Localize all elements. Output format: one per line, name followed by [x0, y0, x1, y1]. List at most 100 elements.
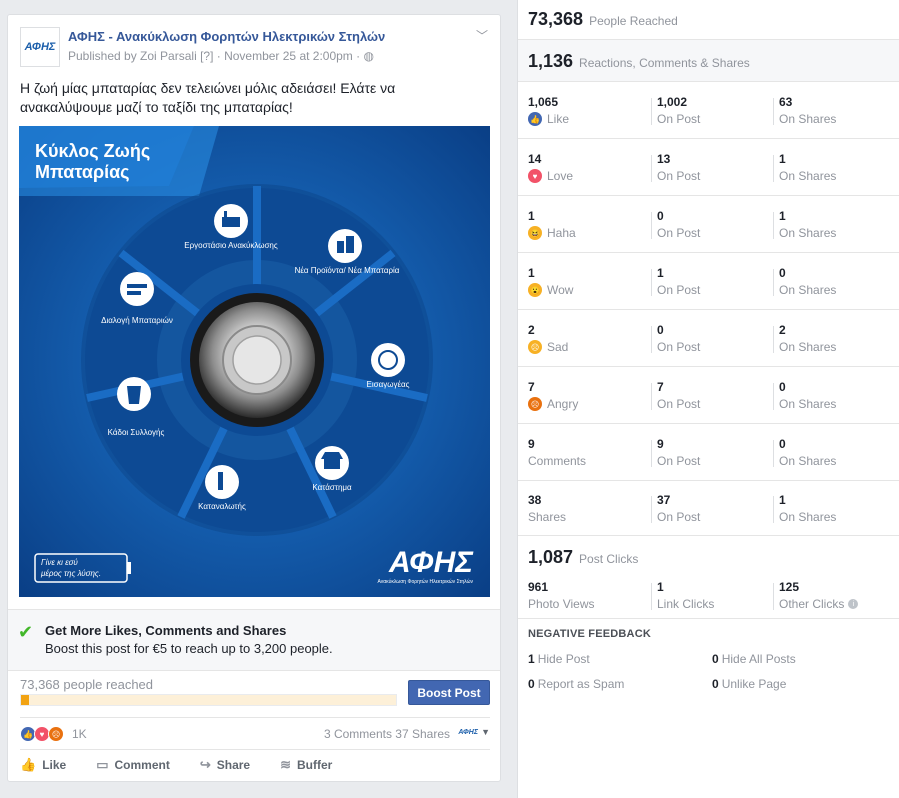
total-label-row: 😮 Wow — [528, 283, 573, 297]
on-post-label: On Post — [657, 112, 701, 126]
on-post-cell: 9 On Post — [657, 437, 700, 471]
segment-label-4: Κατάστημα — [312, 483, 352, 492]
comments-shares-count[interactable]: 3 Comments 37 Shares — [324, 727, 450, 741]
total-num: 14 — [528, 152, 542, 166]
info-icon[interactable]: i — [848, 599, 859, 609]
on-shares-label: On Shares — [779, 454, 837, 468]
on-post-label: On Post — [657, 340, 701, 354]
stat-row-haha: 1 😆 Haha 0 On Post 1 On Shares — [528, 209, 899, 266]
on-post-num: 9 — [657, 437, 664, 451]
post-header: ΑΦΗΣ ΑΦΗΣ - Ανακύκλωση Φορητών Ηλεκτρικώ… — [20, 27, 488, 71]
slogan-line1: Γίνε κι εσύ — [41, 558, 78, 567]
like-icon: 👍 — [528, 112, 542, 126]
link-clicks-label: Link Clicks — [657, 597, 715, 611]
hide-post-label: Hide Post — [537, 652, 590, 666]
image-logo: ΑΦΗΣ — [388, 546, 474, 579]
on-shares-cell: 1 On Shares — [779, 152, 836, 186]
boost-post-button[interactable]: Boost Post — [408, 680, 490, 705]
stat-row-angry: 7 ☹ Angry 7 On Post 0 On Shares — [528, 380, 899, 437]
divider — [518, 423, 899, 424]
row-label: Shares — [528, 510, 567, 524]
total-label-row: Shares — [528, 510, 566, 524]
divider — [518, 195, 899, 196]
page-name-link[interactable]: ΑΦΗΣ - Ανακύκλωση Φορητών Ηλεκτρικών Στη… — [68, 29, 385, 44]
share-button[interactable]: ↪ Share — [200, 750, 250, 780]
sad-icon: ☹ — [528, 340, 542, 354]
globe-icon: ◍ — [363, 49, 374, 63]
divider — [518, 81, 899, 82]
on-shares-cell: 1 On Shares — [779, 493, 836, 527]
stat-row-wow: 1 😮 Wow 1 On Post 0 On Shares — [528, 266, 899, 323]
on-shares-num: 0 — [779, 380, 786, 394]
post-actions: 👍 Like ▭ Comment ↪ Share ≋ Buffer — [20, 749, 490, 780]
on-post-label: On Post — [657, 169, 701, 183]
comment-icon: ▭ — [96, 757, 109, 772]
on-post-cell: 1 On Post — [657, 266, 700, 300]
total-num: 7 — [528, 380, 535, 394]
checkmark-icon: ✔ — [18, 622, 34, 642]
post-clicks-num: 1,087 — [528, 547, 574, 567]
comment-label: Comment — [114, 758, 170, 772]
comment-button[interactable]: ▭ Comment — [96, 750, 170, 780]
row-label: Sad — [547, 340, 569, 354]
cell-separator — [773, 496, 774, 523]
chevron-down-icon[interactable]: ﹀ — [476, 27, 488, 44]
post-text: Η ζωή μίας μπαταρίας δεν τελειώνει μόλις… — [20, 80, 396, 115]
page-avatar[interactable]: ΑΦΗΣ — [20, 27, 60, 67]
stat-row-like: 1,065 👍 Like 1,002 On Post 63 On Shares — [528, 95, 899, 152]
total-cell: 2 ☹ Sad — [528, 323, 568, 357]
total-label-row: ☹ Angry — [528, 397, 578, 411]
cell-separator — [773, 440, 774, 467]
battery-lifecycle-image: Κύκλος Ζωής Μπαταρίας Εργοστάσιο Ανακύκλ… — [19, 126, 490, 597]
row-label: Haha — [547, 226, 576, 240]
engagement-stat: 1,136 Reactions, Comments & Shares — [528, 51, 750, 72]
cell-separator — [651, 155, 652, 182]
hide-all-posts-num: 0 — [712, 652, 719, 666]
on-shares-num: 1 — [779, 209, 786, 223]
on-shares-cell: 0 On Shares — [779, 266, 836, 300]
hide-post-num: 1 — [528, 652, 535, 666]
on-shares-num: 0 — [779, 437, 786, 451]
cell-separator — [651, 212, 652, 239]
people-reached-text: 73,368 people reached — [20, 677, 154, 692]
segment-label-6: Κάδοι Συλλογής — [108, 428, 165, 437]
segment-label-3: Εισαγωγέας — [367, 380, 410, 389]
page-avatar-small[interactable]: ΑΦΗΣ — [458, 729, 478, 736]
reaction-icons[interactable]: 👍 ♥ ☹ — [20, 726, 64, 742]
other-clicks-cell: 125 Other Clicks i — [779, 580, 859, 614]
stat-row-love: 14 ♥ Love 13 On Post 1 On Shares — [528, 152, 899, 209]
boost-promo-title: Get More Likes, Comments and Shares — [45, 623, 287, 638]
other-clicks-label-row: Other Clicks i — [779, 597, 859, 611]
row-label: Wow — [547, 283, 574, 297]
reactions-summary: 👍 ♥ ☹ 1K 3 Comments 37 Shares ΑΦΗΣ ▼ — [20, 717, 490, 748]
love-icon: ♥ — [528, 169, 542, 183]
buffer-button[interactable]: ≋ Buffer — [280, 750, 332, 780]
angry-icon: ☹ — [528, 397, 542, 411]
total-label-row: 👍 Like — [528, 112, 569, 126]
image-logo-subtitle: Ανακύκλωση Φορητών Ηλεκτρικών Στηλών — [378, 578, 474, 585]
like-button[interactable]: 👍 Like — [20, 750, 66, 780]
on-post-cell: 1,002 On Post — [657, 95, 700, 129]
post-image[interactable]: Κύκλος Ζωής Μπαταρίας Εργοστάσιο Ανακύκλ… — [19, 126, 490, 597]
caret-down-icon[interactable]: ▼ — [481, 727, 490, 737]
on-post-num: 0 — [657, 323, 664, 337]
other-clicks-num: 125 — [779, 580, 800, 594]
stat-row-sad: 2 ☹ Sad 0 On Post 2 On Shares — [528, 323, 899, 380]
hide-all-posts-label: Hide All Posts — [721, 652, 796, 666]
row-label: Love — [547, 169, 574, 183]
on-shares-num: 0 — [779, 266, 786, 280]
boost-promo-desc: Boost this post for €5 to reach up to 3,… — [45, 641, 333, 656]
negative-feedback-title: NEGATIVE FEEDBACK — [528, 628, 651, 640]
total-cell: 7 ☹ Angry — [528, 380, 578, 414]
reaction-count[interactable]: 1K — [72, 727, 87, 741]
haha-icon: 😆 — [528, 226, 542, 240]
on-post-cell: 0 On Post — [657, 323, 700, 357]
cell-separator — [773, 583, 774, 610]
engagement-label: Reactions, Comments & Shares — [579, 56, 750, 70]
on-shares-cell: 63 On Shares — [779, 95, 836, 129]
row-label: Angry — [547, 397, 579, 411]
segment-label-1: Εργοστάσιο Ανακύκλωσης — [184, 241, 278, 250]
reach-row: 73,368 people reached Boost Post — [8, 671, 500, 715]
total-cell: 38 Shares — [528, 493, 566, 527]
post-meta-text: Published by Zoi Parsali [?] · November … — [68, 49, 364, 63]
